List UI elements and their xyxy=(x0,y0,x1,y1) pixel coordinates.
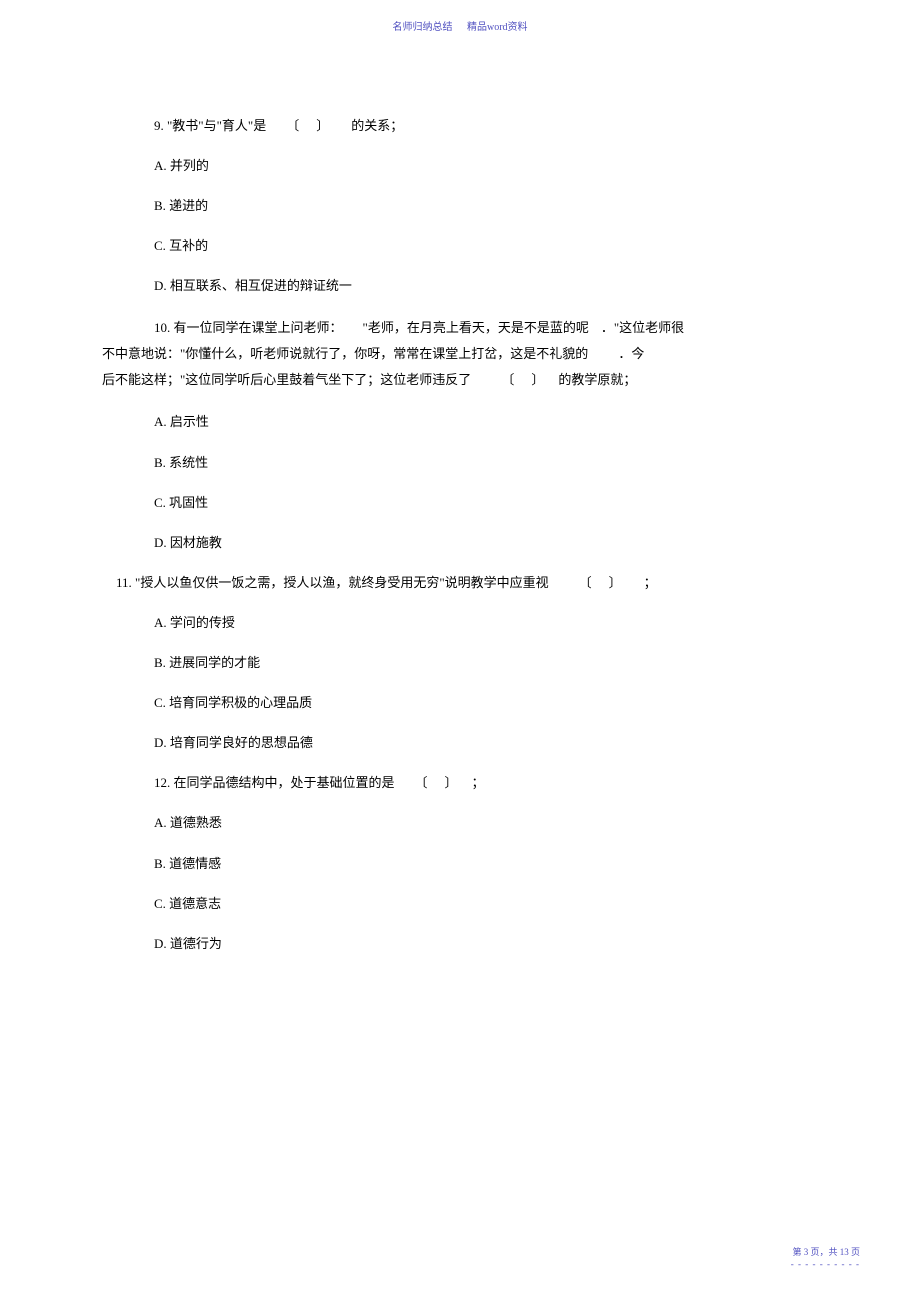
question-10: 10. 有一位同学在课堂上问老师： "老师，在月亮上看天，天是不是蓝的呢 ．"这位老… xyxy=(128,315,828,553)
page-header: 名师归纳总结 精品word资料 xyxy=(0,18,920,33)
question-12-stem: 12. 在同学品德结构中，处于基础位置的是 〔 〕 ； xyxy=(128,772,828,794)
q12-option-c: C. 道德意志 xyxy=(128,893,828,915)
q11-stem-pre: 11. "授人以鱼仅供一饭之需，授人以渔，就终身受用无穷"说明教学中应重视 xyxy=(116,575,549,590)
q11-bracket: 〔 〕 xyxy=(579,575,624,590)
q10-line1b: "老师，在月亮上看天，天是不是蓝的呢 xyxy=(363,320,589,335)
q10-option-a: A. 启示性 xyxy=(128,411,828,433)
q10-bracket: 〔 〕 xyxy=(501,372,546,387)
q9-stem-pre: 9. "教书"与"育人"是 xyxy=(154,118,266,133)
header-right-text: 精品word资料 xyxy=(467,22,528,33)
q12-stem-pre: 12. 在同学品德结构中，处于基础位置的是 xyxy=(154,775,395,790)
q10-line3b: 的教学原就； xyxy=(558,372,636,387)
question-11: 11. "授人以鱼仅供一饭之需，授人以渔，就终身受用无穷"说明教学中应重视〔 〕… xyxy=(128,572,828,754)
question-12: 12. 在同学品德结构中，处于基础位置的是 〔 〕 ； A. 道德熟悉 B. 道德情… xyxy=(128,772,828,954)
page-number: 第 3 页，共 13 页 xyxy=(791,1245,860,1258)
footer-pre: 第 xyxy=(792,1247,803,1257)
q10-option-c: C. 巩固性 xyxy=(128,492,828,514)
q9-bracket: 〔 〕 xyxy=(286,118,331,133)
footer-dashes: - - - - - - - - - - xyxy=(791,1259,860,1269)
q10-option-b: B. 系统性 xyxy=(128,452,828,474)
q11-option-b: B. 进展同学的才能 xyxy=(128,652,828,674)
q12-bracket: 〔 〕 xyxy=(415,775,460,790)
q10-line1c: ．"这位老师很 xyxy=(601,320,684,335)
q10-option-d: D. 因材施教 xyxy=(128,532,828,554)
q12-stem-post: ； xyxy=(472,775,485,790)
question-9: 9. "教书"与"育人"是 〔 〕 的关系； A. 并列的 B. 递进的 C. 互补… xyxy=(128,115,828,297)
question-11-stem: 11. "授人以鱼仅供一饭之需，授人以渔，就终身受用无穷"说明教学中应重视 〔 〕… xyxy=(116,572,828,594)
footer-mid: 页，共 xyxy=(808,1247,840,1257)
q10-line2b: ．今 xyxy=(618,346,644,361)
footer-total: 13 xyxy=(840,1247,849,1257)
document-content: 9. "教书"与"育人"是〔 〕的关系； A. 并列的 B. 递进的 C. 互补… xyxy=(128,115,828,973)
q12-option-a: A. 道德熟悉 xyxy=(128,812,828,834)
q11-option-a: A. 学问的传授 xyxy=(128,612,828,634)
q9-option-a: A. 并列的 xyxy=(128,155,828,177)
question-9-stem: 9. "教书"与"育人"是 〔 〕 的关系； xyxy=(128,115,828,137)
q9-stem-post: 的关系； xyxy=(351,118,403,133)
q11-option-d: D. 培育同学良好的思想品德 xyxy=(128,732,828,754)
question-10-stem: 10. 有一位同学在课堂上问老师： "老师，在月亮上看天，天是不是蓝的呢 ．"这位老… xyxy=(128,315,828,393)
footer-post: 页 xyxy=(849,1247,860,1257)
q12-option-d: D. 道德行为 xyxy=(128,933,828,955)
q9-option-b: B. 递进的 xyxy=(128,195,828,217)
q10-line3a: 后不能这样；"这位同学听后心里鼓着气坐下了；这位老师违反了 xyxy=(102,372,471,387)
q12-option-b: B. 道德情感 xyxy=(128,853,828,875)
q10-line2a: 不中意地说："你懂什么，听老师说就行了，你呀，常常在课堂上打岔，这是不礼貌的 xyxy=(102,346,588,361)
q11-option-c: C. 培育同学积极的心理品质 xyxy=(128,692,828,714)
page-footer: 第 3 页，共 13 页 - - - - - - - - - - xyxy=(791,1245,860,1269)
q10-line1a: 10. 有一位同学在课堂上问老师： xyxy=(154,320,343,335)
q11-stem-post: ； xyxy=(644,575,657,590)
q9-option-d: D. 相互联系、相互促进的辩证统一 xyxy=(128,275,828,297)
q9-option-c: C. 互补的 xyxy=(128,235,828,257)
header-left-text: 名师归纳总结 xyxy=(392,22,452,33)
